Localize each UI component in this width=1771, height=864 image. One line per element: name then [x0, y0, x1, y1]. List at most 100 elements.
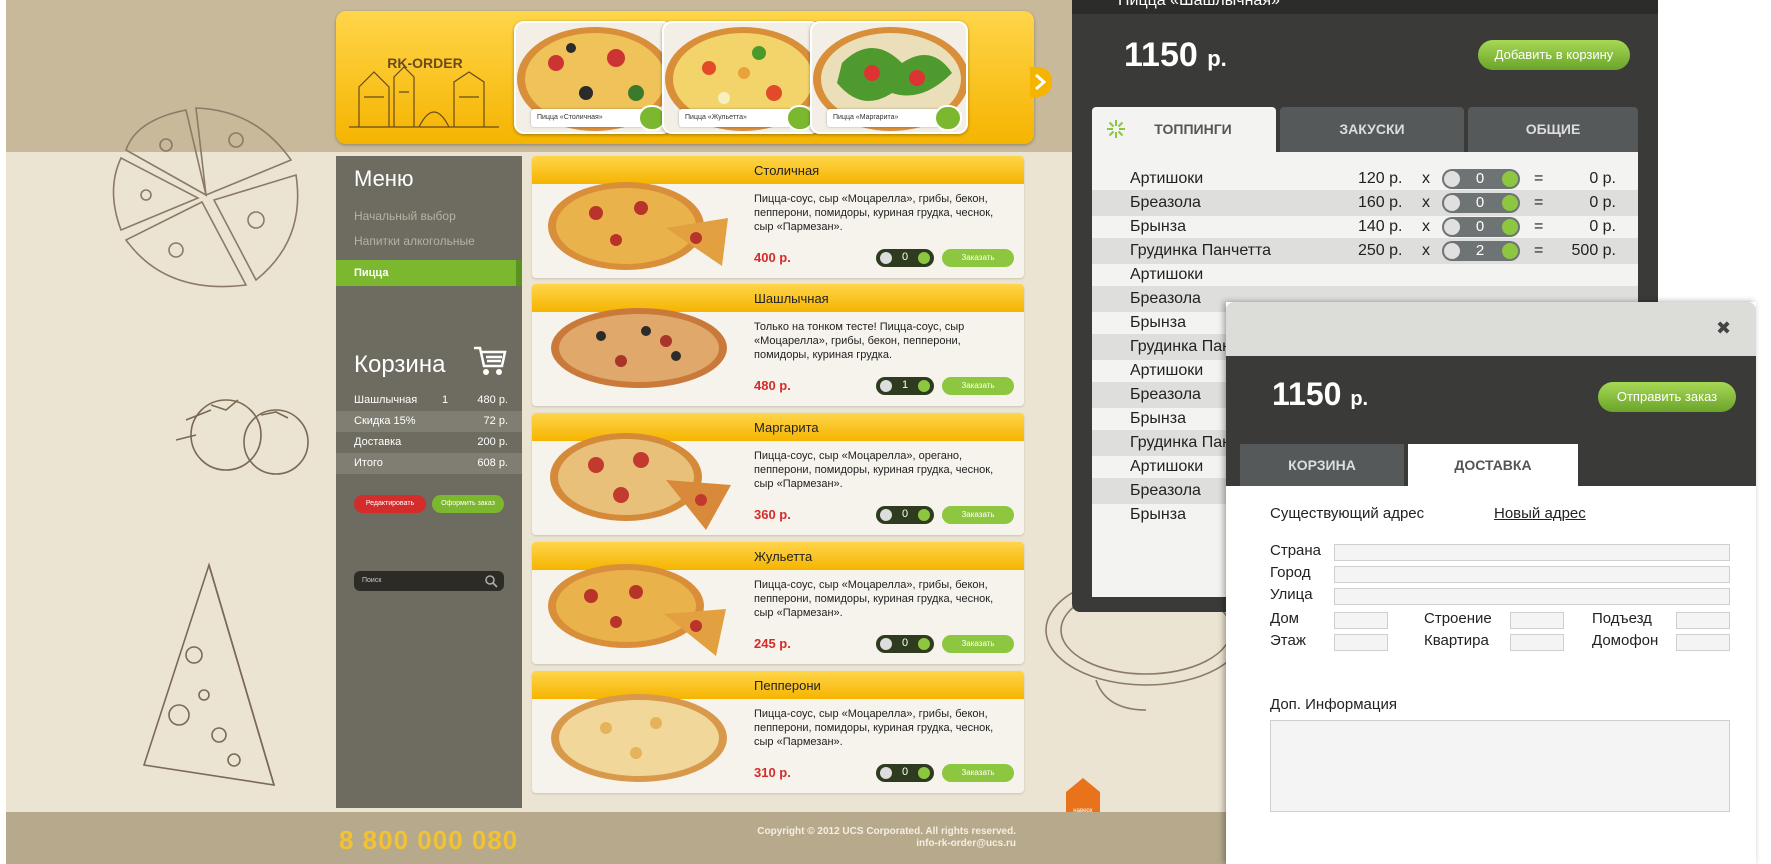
topping-name: Грудинка Панчетта — [1130, 242, 1272, 259]
house-field[interactable] — [1334, 612, 1388, 629]
search-placeholder: Поиск — [362, 577, 382, 584]
product-name: Шашлычная — [754, 291, 829, 306]
quantity-stepper: 0 — [876, 249, 934, 267]
street-field[interactable] — [1334, 588, 1730, 605]
tab-delivery[interactable]: ДОСТАВКА — [1408, 444, 1578, 486]
close-icon[interactable]: ✖ — [1716, 318, 1731, 339]
decrease-qty-button[interactable] — [1444, 219, 1460, 235]
increase-qty-button[interactable] — [1502, 219, 1518, 235]
quantity-stepper: 0 — [1442, 217, 1520, 237]
product-price: 400 р. — [754, 250, 791, 265]
qty-value: 0 — [901, 251, 909, 263]
tomato-sketch-icon — [175, 399, 309, 475]
tab-snacks[interactable]: ЗАКУСКИ — [1280, 107, 1464, 152]
apartment-field[interactable] — [1510, 634, 1564, 651]
slide-label: Пицца «Жульетта» — [679, 109, 793, 127]
increase-qty-button[interactable] — [918, 509, 930, 521]
tab-general[interactable]: ОБЩИЕ — [1468, 107, 1638, 152]
banner-slide[interactable]: Пицца «Жульетта» — [662, 21, 820, 134]
menu-item[interactable]: Напитки алкогольные — [354, 234, 475, 248]
search-icon[interactable] — [484, 574, 498, 588]
pizza-photo — [551, 308, 727, 388]
scroll-top-button[interactable]: наверх — [1066, 776, 1100, 816]
quantity-stepper: 0 — [876, 764, 934, 782]
next-slide-arrow-icon[interactable] — [1030, 67, 1052, 97]
country-field[interactable] — [1334, 544, 1730, 561]
order-button[interactable]: Заказать — [942, 506, 1014, 524]
add-to-cart-icon[interactable] — [934, 105, 962, 131]
decrease-qty-button[interactable] — [880, 252, 892, 264]
total-value: 1150 — [1124, 36, 1198, 74]
qty-value: 0 — [1475, 194, 1485, 211]
banner-slide[interactable]: Пицца «Столичная» — [514, 21, 672, 134]
floor-field[interactable] — [1334, 634, 1388, 651]
cart-row-name: Доставка — [354, 436, 402, 448]
quantity-stepper: 0 — [876, 506, 934, 524]
increase-qty-button[interactable] — [918, 767, 930, 779]
decrease-qty-button[interactable] — [880, 509, 892, 521]
order-total: 1150 р. — [1272, 376, 1368, 413]
contact-email[interactable]: info-rk-order@ucs.ru — [656, 838, 1016, 850]
existing-address-option[interactable]: Существующий адрес — [1270, 505, 1424, 522]
increase-qty-button[interactable] — [1502, 171, 1518, 187]
cart-title: Корзина — [354, 351, 446, 378]
quantity-stepper: 0 — [876, 635, 934, 653]
decrease-qty-button[interactable] — [1444, 243, 1460, 259]
order-button[interactable]: Заказать — [942, 249, 1014, 267]
order-button[interactable]: Заказать — [942, 635, 1014, 653]
increase-qty-button[interactable] — [918, 638, 930, 650]
country-label: Страна — [1270, 542, 1322, 559]
order-button[interactable]: Заказать — [942, 377, 1014, 395]
order-button[interactable]: Заказать — [942, 764, 1014, 782]
cart-row-price: 480 р. — [477, 394, 508, 406]
order-total: 1150 р. — [1124, 36, 1227, 75]
topping-sum: 500 р. — [1571, 242, 1616, 259]
product-description: Пицца-соус, сыр «Моцарелла», грибы, беко… — [754, 579, 994, 619]
tab-toppings[interactable]: ТОППИНГИ — [1092, 107, 1276, 152]
increase-qty-button[interactable] — [918, 252, 930, 264]
decrease-qty-button[interactable] — [880, 767, 892, 779]
tab-cart[interactable]: КОРЗИНА — [1240, 444, 1404, 486]
cart-row-name: Скидка 15% — [354, 415, 416, 427]
product-name: Жульетта — [754, 549, 813, 564]
increase-qty-button[interactable] — [1502, 243, 1518, 259]
product-card: Маргарита Пицца-соус, сыр «Моцарелла», о… — [532, 413, 1024, 535]
search-input[interactable]: Поиск — [354, 571, 504, 591]
promo-banner: RK-ORDER Пицца «Столичная» Пицца «Жульет… — [336, 11, 1052, 144]
copyright-line: Copyright © 2012 UCS Corporated. All rig… — [757, 826, 1016, 837]
topping-name: Артишоки — [1130, 266, 1204, 283]
quantity-stepper: 2 — [1442, 241, 1520, 261]
increase-qty-button[interactable] — [1502, 195, 1518, 211]
checkout-button[interactable]: Оформить заказ — [432, 495, 504, 513]
screenshot-root: RK-ORDER Пицца «Столичная» Пицца «Жульет… — [0, 0, 1771, 864]
topping-sum: 0 р. — [1589, 170, 1616, 187]
extra-info-textarea[interactable] — [1270, 720, 1730, 812]
send-order-button[interactable]: Отправить заказ — [1598, 382, 1736, 412]
decrease-qty-button[interactable] — [880, 380, 892, 392]
decrease-qty-button[interactable] — [880, 638, 892, 650]
city-field[interactable] — [1334, 566, 1730, 583]
building-field[interactable] — [1510, 612, 1564, 629]
product-price: 310 р. — [754, 765, 791, 780]
menu-title: Меню — [354, 166, 414, 191]
menu-item-active[interactable]: Пицца — [336, 260, 522, 286]
topping-name: Бреазола — [1130, 290, 1201, 307]
product-description: Пицца-соус, сыр «Моцарелла», орегано, пе… — [754, 450, 994, 490]
street-label: Улица — [1270, 586, 1313, 603]
add-to-cart-button[interactable]: Добавить в корзину — [1478, 40, 1630, 70]
new-address-link[interactable]: Новый адрес — [1494, 505, 1586, 522]
decrease-qty-button[interactable] — [1444, 195, 1460, 211]
entrance-field[interactable] — [1676, 612, 1730, 629]
qty-value: 2 — [1475, 242, 1485, 259]
menu-item[interactable]: Начальный выбор — [354, 209, 456, 223]
intercom-field[interactable] — [1676, 634, 1730, 651]
increase-qty-button[interactable] — [918, 380, 930, 392]
decrease-qty-button[interactable] — [1444, 171, 1460, 187]
rk-order-logo[interactable]: RK-ORDER — [344, 17, 506, 137]
times-sign: x — [1422, 218, 1430, 235]
edit-cart-button[interactable]: Редактировать — [354, 495, 426, 513]
product-price: 480 р. — [754, 378, 791, 393]
times-sign: x — [1422, 242, 1430, 259]
banner-slide[interactable]: Пицца «Маргарита» — [810, 21, 968, 134]
topping-name: Бреазола — [1130, 194, 1201, 211]
